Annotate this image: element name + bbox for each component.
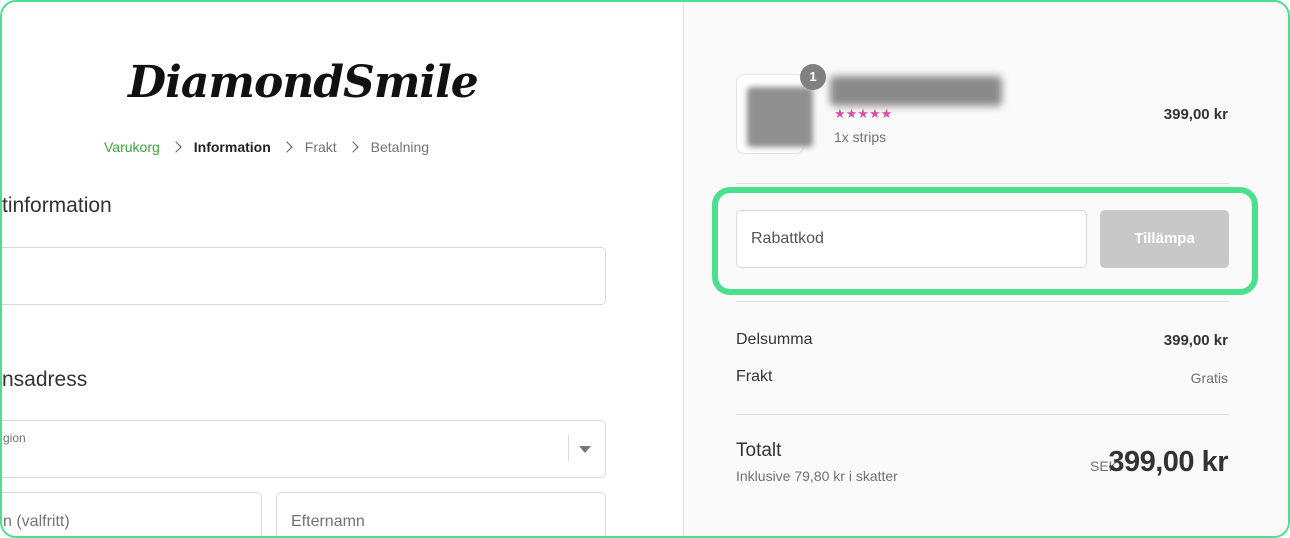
country-region-select[interactable]: gion (2, 420, 606, 478)
chevron-down-icon[interactable] (579, 446, 591, 453)
divider (736, 301, 1229, 302)
chevron-right-icon (347, 141, 359, 153)
first-name-placeholder: n (valfritt) (3, 513, 70, 530)
contact-section-title: tinformation (2, 194, 112, 217)
store-logo[interactable]: DiamondSmile (128, 57, 479, 117)
shipping-label: Frakt (736, 368, 773, 385)
contact-email-field[interactable] (2, 247, 606, 305)
shipping-value: Gratis (1190, 370, 1228, 386)
select-divider (568, 435, 569, 461)
first-name-field[interactable]: n (valfritt) (2, 492, 262, 536)
last-name-field[interactable]: Efternamn (276, 492, 606, 536)
quantity-badge: 1 (800, 64, 826, 90)
breadcrumb-cart[interactable]: Varukorg (104, 139, 160, 155)
breadcrumb: Varukorg Information Frakt Betalning (104, 137, 429, 157)
product-price: 399,00 kr (1163, 106, 1228, 123)
subtotal-value: 399,00 kr (1163, 332, 1228, 349)
product-image (747, 87, 813, 147)
shipping-section-title: nsadress (2, 368, 88, 391)
discount-code-input[interactable]: Rabattkod (736, 210, 1087, 268)
product-thumbnail (736, 74, 813, 154)
order-summary-pane: 1 ★★★★★ 1x strips 399,00 kr Rabattkod Ti… (683, 2, 1288, 536)
divider (736, 414, 1229, 415)
product-variant: 1x strips (834, 129, 887, 145)
divider (736, 183, 1229, 184)
breadcrumb-payment: Betalning (370, 139, 430, 155)
total-label: Totalt (736, 440, 782, 461)
checkout-form-pane: DiamondSmile Varukorg Information Frakt … (2, 2, 683, 536)
last-name-placeholder: Efternamn (291, 513, 365, 530)
subtotal-label: Delsumma (736, 331, 813, 348)
product-name-redacted (830, 76, 1002, 106)
region-label: gion (3, 431, 26, 445)
apply-discount-button[interactable]: Tillämpa (1100, 210, 1229, 268)
breadcrumb-shipping: Frakt (304, 139, 337, 155)
checkout-window: DiamondSmile Varukorg Information Frakt … (0, 0, 1290, 538)
chevron-right-icon (170, 141, 182, 153)
breadcrumb-information: Information (193, 139, 271, 155)
rating-stars-icon: ★★★★★ (834, 106, 893, 121)
tax-note: Inklusive 79,80 kr i skatter (736, 468, 898, 484)
total-value: 399,00 kr (1108, 446, 1228, 478)
chevron-right-icon (281, 141, 293, 153)
